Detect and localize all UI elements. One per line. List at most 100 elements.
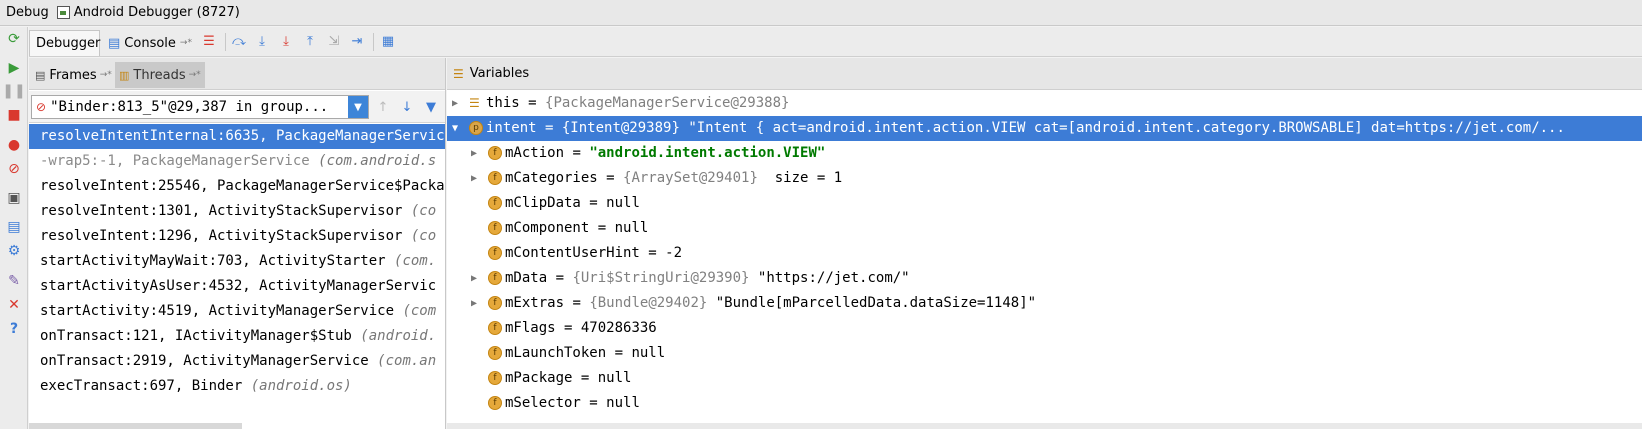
close-icon[interactable]: ✕ xyxy=(6,297,22,313)
frame-row[interactable]: onTransact:121, IActivityManager$Stub (a… xyxy=(29,324,445,349)
collapse-arrow-icon[interactable]: ▼ xyxy=(449,116,461,141)
resume-program-icon[interactable]: ▶ xyxy=(6,60,22,76)
frames-panel: ▤ Frames →* ▥ Threads →* ⊘ "Binder:813_5… xyxy=(29,58,446,429)
step-into-icon[interactable]: ⤓ xyxy=(254,33,270,49)
variable-row-mFlags[interactable]: f mFlags = 470286336 xyxy=(447,316,1642,341)
thread-selector-row: ⊘ "Binder:813_5"@29,387 in group... ▼ ↑ … xyxy=(29,91,445,123)
variable-value: "Intent { act=android.intent.action.VIEW… xyxy=(679,120,1565,136)
view-breakpoints-icon[interactable]: ● xyxy=(6,137,22,153)
object-icon: ☰ xyxy=(469,96,480,110)
variable-row-mAction[interactable]: ▶ f mAction = "android.intent.action.VIE… xyxy=(447,141,1642,166)
tab-threads-label: Threads xyxy=(133,67,186,83)
frame-row[interactable]: resolveIntent:1301, ActivityStackSupervi… xyxy=(29,199,445,224)
field-icon: f xyxy=(488,371,502,385)
chevron-down-icon[interactable]: ▼ xyxy=(348,96,368,118)
frame-row[interactable]: startActivityAsUser:4532, ActivityManage… xyxy=(29,274,445,299)
equals-sign: = xyxy=(519,95,546,111)
rerun-icon[interactable]: ⟳ xyxy=(6,31,22,47)
frame-row[interactable]: startActivityMayWait:703, ActivityStarte… xyxy=(29,249,445,274)
variable-row-mSelector[interactable]: f mSelector = null xyxy=(447,391,1642,416)
variable-row-intent[interactable]: ▼ p intent = {Intent@29389} "Intent { ac… xyxy=(447,116,1642,141)
frame-package: (com.an xyxy=(377,353,437,369)
variable-ref: {Bundle@29402} xyxy=(589,295,708,311)
equals-sign: = xyxy=(580,395,607,411)
variable-name: mClipData xyxy=(505,195,581,211)
frame-method: resolveIntent:1301, ActivityStackSupervi… xyxy=(40,203,411,219)
camera-icon[interactable]: ▣ xyxy=(6,190,22,206)
expand-arrow-icon[interactable]: ▶ xyxy=(468,141,480,166)
expand-arrow-icon[interactable]: ▶ xyxy=(468,291,480,316)
frame-row[interactable]: startActivity:4519, ActivityManagerServi… xyxy=(29,299,445,324)
drop-frame-icon[interactable]: ⇲ xyxy=(326,33,342,49)
evaluate-expression-icon[interactable]: ▦ xyxy=(380,33,396,49)
frame-row[interactable]: resolveIntentInternal:6635, PackageManag… xyxy=(29,124,445,149)
filter-icon[interactable]: ▼ xyxy=(423,99,439,115)
help-icon[interactable]: ? xyxy=(6,321,22,337)
previous-frame-icon[interactable]: ↑ xyxy=(375,99,391,115)
expand-arrow-icon[interactable]: ▶ xyxy=(449,91,461,116)
tab-console-label: Console xyxy=(124,35,176,51)
stop-icon[interactable]: ■ xyxy=(6,107,22,123)
variables-header: ☰ Variables xyxy=(447,58,1642,90)
horizontal-scrollbar[interactable] xyxy=(29,423,242,429)
tab-debugger-label: Debugger xyxy=(36,36,101,51)
variable-row-mCategories[interactable]: ▶ f mCategories = {ArraySet@29401} size … xyxy=(447,166,1642,191)
layout-icon[interactable]: ▤ xyxy=(6,219,22,235)
thread-dropdown-value: "Binder:813_5"@29,387 in group... xyxy=(50,99,329,115)
frame-package: (android. xyxy=(360,328,437,344)
frame-method: startActivityMayWait:703, ActivityStarte… xyxy=(40,253,395,269)
run-to-cursor-icon[interactable]: ⇥ xyxy=(349,33,365,49)
step-over-icon[interactable]: ⤼ xyxy=(231,33,247,49)
equals-sign: = xyxy=(572,370,598,386)
next-frame-icon[interactable]: ↓ xyxy=(399,99,415,115)
equals-sign: = xyxy=(589,220,615,236)
title-bar: Debug Android Debugger (8727) xyxy=(0,0,1642,26)
mute-breakpoints-icon[interactable]: ⊘ xyxy=(6,161,22,177)
pin-tab-icon[interactable]: →* xyxy=(180,38,192,48)
frame-package: (com. xyxy=(394,253,437,269)
frame-method: resolveIntent:1296, ActivityStackSupervi… xyxy=(40,228,411,244)
variable-row-mData[interactable]: ▶ f mData = {Uri$StringUri@29390} "https… xyxy=(447,266,1642,291)
variable-value: null xyxy=(631,345,666,361)
horizontal-scrollbar[interactable] xyxy=(447,423,1642,429)
frame-row[interactable]: -wrap5:-1, PackageManagerService (com.an… xyxy=(29,149,445,174)
pause-program-icon[interactable]: ❚❚ xyxy=(2,83,25,99)
variable-value: size = 1 xyxy=(757,170,843,186)
variable-value: 470286336 xyxy=(580,320,657,336)
frame-row[interactable]: resolveIntent:1296, ActivityStackSupervi… xyxy=(29,224,445,249)
variable-row-mContentUserHint[interactable]: f mContentUserHint = -2 xyxy=(447,241,1642,266)
equals-sign: = xyxy=(536,120,562,136)
frame-row[interactable]: resolveIntent:25546, PackageManagerServi… xyxy=(29,174,445,199)
variable-row-this[interactable]: ▶ ☰ this = {PackageManagerService@29388} xyxy=(447,91,1642,116)
pin-icon[interactable]: ✎ xyxy=(6,273,22,289)
frame-method: resolveIntentInternal:6635, PackageManag… xyxy=(40,128,445,144)
expand-arrow-icon[interactable]: ▶ xyxy=(468,266,480,291)
force-step-into-icon[interactable]: ⤓ xyxy=(278,33,294,49)
variable-row-mPackage[interactable]: f mPackage = null xyxy=(447,366,1642,391)
field-icon: f xyxy=(488,321,502,335)
settings-icon[interactable]: ⚙ xyxy=(6,243,22,259)
tab-console[interactable]: ▤ Console →* xyxy=(102,30,200,56)
variable-row-mLaunchToken[interactable]: f mLaunchToken = null xyxy=(447,341,1642,366)
show-execution-point-icon[interactable]: ☰ xyxy=(201,33,217,49)
variable-name: mData xyxy=(505,270,548,286)
frame-row[interactable]: onTransact:2919, ActivityManagerService … xyxy=(29,349,445,374)
variable-row-mComponent[interactable]: f mComponent = null xyxy=(447,216,1642,241)
pin-tab-icon[interactable]: →* xyxy=(189,70,201,80)
equals-sign: = xyxy=(564,295,590,311)
step-out-icon[interactable]: ⤒ xyxy=(302,33,318,49)
frame-row[interactable]: execTransact:697, Binder (android.os) xyxy=(29,374,445,399)
tab-frames[interactable]: ▤ Frames →* xyxy=(31,62,116,88)
tab-debugger[interactable]: Debugger xyxy=(29,30,100,56)
variable-name: mSelector xyxy=(505,395,581,411)
frame-package: (co xyxy=(410,203,437,219)
variable-row-mClipData[interactable]: f mClipData = null xyxy=(447,191,1642,216)
pin-tab-icon[interactable]: →* xyxy=(100,70,112,80)
variable-ref: {Uri$StringUri@29390} xyxy=(572,270,750,286)
tab-threads[interactable]: ▥ Threads →* xyxy=(115,62,205,88)
thread-dropdown[interactable]: ⊘ "Binder:813_5"@29,387 in group... ▼ xyxy=(31,95,369,119)
expand-arrow-icon[interactable]: ▶ xyxy=(468,166,480,191)
debug-session-tab[interactable]: Android Debugger (8727) xyxy=(74,5,240,20)
variable-row-mExtras[interactable]: ▶ f mExtras = {Bundle@29402} "Bundle[mPa… xyxy=(447,291,1642,316)
variable-ref: {Intent@29389} xyxy=(561,120,680,136)
